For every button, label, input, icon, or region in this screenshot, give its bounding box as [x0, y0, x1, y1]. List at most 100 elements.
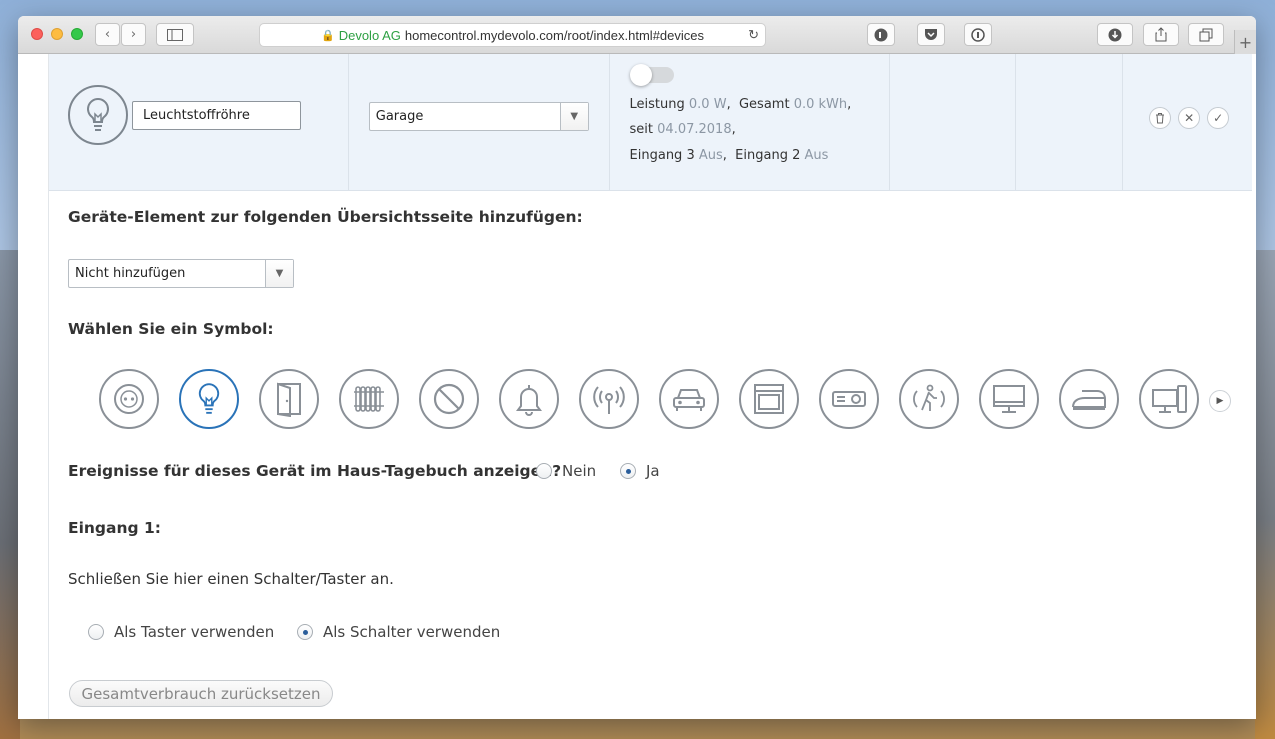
new-tab-button[interactable]: +	[1234, 30, 1256, 54]
plus-icon: +	[1238, 32, 1253, 52]
chevron-down-icon: ▼	[559, 103, 588, 130]
symbol-door[interactable]	[259, 369, 319, 429]
address-bar[interactable]: 🔒 Devolo AG homecontrol.mydevolo.com/roo…	[259, 23, 766, 47]
status-cell: Leistung 0.0 W, Gesamt 0.0 kWh, seit 04.…	[610, 54, 891, 190]
sidebar-icon	[167, 28, 183, 41]
empty-cell-2	[1016, 54, 1124, 190]
eingang3-value: Aus	[698, 148, 723, 163]
info-icon	[971, 27, 985, 42]
chevron-right-icon: ›	[130, 27, 137, 42]
toggle-knob	[629, 64, 652, 86]
overview-section-title: Geräte-Element zur folgenden Übersichtss…	[68, 208, 583, 226]
extension-1-icon	[874, 28, 888, 41]
eingang2-value: Aus	[804, 148, 829, 163]
projector-icon	[832, 391, 866, 407]
symbol-bell[interactable]	[499, 369, 559, 429]
url-text: homecontrol.mydevolo.com/root/index.html…	[404, 27, 704, 43]
reload-icon[interactable]: ↻	[748, 27, 759, 43]
lock-icon: 🔒	[321, 29, 335, 42]
diary-no-radio[interactable]: Nein	[536, 462, 596, 480]
check-icon: ✓	[1213, 111, 1224, 125]
device-symbol	[68, 85, 128, 145]
download-icon	[1108, 28, 1122, 41]
blocked-icon	[433, 383, 465, 415]
leistung-value: 0.0 W	[688, 97, 727, 112]
downloads-button[interactable]	[1097, 23, 1133, 46]
symbol-devices[interactable]	[1139, 369, 1199, 429]
bulb-icon	[87, 97, 109, 131]
pocket-icon	[925, 29, 937, 40]
reset-consumption-button[interactable]: Gesamtverbrauch zurücksetzen	[69, 680, 333, 707]
cancel-button[interactable]: ✕	[1178, 107, 1201, 129]
share-icon	[1155, 27, 1167, 42]
room-select-value: Garage	[375, 109, 424, 124]
device-name-input[interactable]	[132, 101, 301, 130]
overview-select[interactable]: Nicht hinzufügen ▼	[68, 259, 294, 288]
symbol-monitor[interactable]	[979, 369, 1039, 429]
zoom-window-button[interactable]	[71, 28, 83, 40]
gesamt-value: 0.0 kWh	[793, 97, 848, 112]
symbol-antenna[interactable]	[579, 369, 639, 429]
room-select[interactable]: Garage ▼	[368, 102, 589, 131]
input1-description: Schließen Sie hier einen Schalter/Taster…	[68, 570, 394, 588]
browser-window: ‹ › 🔒 Devolo AG homecontrol.mydevolo.com…	[18, 16, 1256, 719]
device-row: Garage ▼ Leistung 0.0 W, Gesamt 0.0 kWh,…	[49, 54, 1252, 191]
browser-titlebar: ‹ › 🔒 Devolo AG homecontrol.mydevolo.com…	[18, 16, 1256, 54]
car-icon	[673, 389, 705, 411]
left-gutter	[18, 54, 48, 719]
seit-label: seit	[629, 122, 654, 137]
power-stats-line: Leistung 0.0 W, Gesamt 0.0 kWh,	[629, 97, 852, 112]
delete-button[interactable]	[1149, 107, 1172, 129]
chevron-down-icon: ▼	[265, 260, 293, 287]
gesamt-label: Gesamt	[738, 97, 790, 112]
sidebar-button[interactable]	[156, 23, 194, 46]
pocket-button[interactable]	[917, 23, 945, 46]
symbol-motion[interactable]	[899, 369, 959, 429]
symbol-next-button[interactable]: ▶	[1209, 390, 1231, 412]
extension-button-1[interactable]	[867, 23, 895, 46]
radio-circle	[536, 463, 552, 479]
diary-yes-radio[interactable]: Ja	[620, 462, 660, 480]
schalter-radio[interactable]: Als Schalter verwenden	[297, 623, 500, 641]
devices-icon	[1152, 385, 1187, 413]
symbol-socket[interactable]	[99, 369, 159, 429]
radiator-icon	[354, 386, 384, 412]
forward-button[interactable]: ›	[121, 23, 146, 46]
diary-question: Ereignisse für dieses Gerät im Haus-Tage…	[68, 462, 562, 480]
back-button[interactable]: ‹	[95, 23, 120, 46]
symbol-oven[interactable]	[739, 369, 799, 429]
symbol-radiator[interactable]	[339, 369, 399, 429]
extension-button-2[interactable]	[964, 23, 992, 46]
confirm-button[interactable]: ✓	[1207, 107, 1230, 129]
minimize-window-button[interactable]	[51, 28, 63, 40]
symbol-bulb[interactable]	[179, 369, 239, 429]
share-button[interactable]	[1143, 23, 1179, 46]
eingang2-label: Eingang 2	[735, 148, 801, 163]
empty-cell-1	[890, 54, 1017, 190]
tabs-button[interactable]	[1188, 23, 1224, 46]
symbol-projector[interactable]	[819, 369, 879, 429]
eingang3-label: Eingang 3	[629, 148, 695, 163]
oven-icon	[754, 384, 784, 414]
chevron-left-icon: ‹	[104, 27, 111, 42]
monitor-icon	[993, 385, 1025, 413]
actions-cell: ✕ ✓	[1123, 54, 1252, 190]
input1-title: Eingang 1:	[68, 519, 161, 537]
device-settings-panel: Garage ▼ Leistung 0.0 W, Gesamt 0.0 kWh,…	[48, 54, 1252, 719]
close-icon: ✕	[1184, 111, 1195, 125]
seit-value: 04.07.2018	[657, 122, 732, 137]
iron-icon	[1072, 390, 1106, 410]
radio-circle-selected	[297, 624, 313, 640]
symbol-car[interactable]	[659, 369, 719, 429]
socket-icon	[114, 384, 144, 414]
motion-icon	[913, 384, 945, 411]
symbol-iron[interactable]	[1059, 369, 1119, 429]
symbol-blocked[interactable]	[419, 369, 479, 429]
taster-label: Als Taster verwenden	[114, 623, 275, 641]
overview-select-value: Nicht hinzufügen	[75, 266, 186, 281]
power-toggle[interactable]	[629, 64, 674, 86]
close-window-button[interactable]	[31, 28, 43, 40]
taster-radio[interactable]: Als Taster verwenden	[88, 623, 274, 641]
bell-icon	[516, 385, 542, 416]
desktop-background-left	[0, 250, 20, 739]
